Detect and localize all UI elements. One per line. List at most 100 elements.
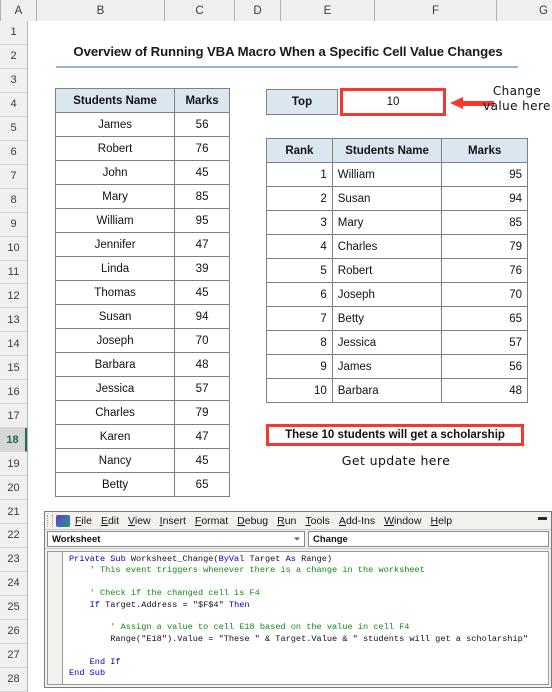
column-header-b[interactable]: B — [37, 0, 165, 21]
rank-cell[interactable]: 5 — [266, 258, 333, 283]
rank-marks-cell[interactable]: 57 — [441, 330, 528, 355]
row-header-25[interactable]: 25 — [0, 595, 27, 620]
row-header-11[interactable]: 11 — [0, 260, 27, 285]
rank-cell[interactable]: 6 — [266, 282, 333, 307]
row-header-21[interactable]: 21 — [0, 500, 27, 525]
student-name-cell[interactable]: William — [54, 208, 176, 233]
row-header-15[interactable]: 15 — [0, 356, 27, 381]
row-header-2[interactable]: 2 — [0, 44, 27, 69]
student-name-cell[interactable]: Charles — [54, 400, 176, 425]
column-header-c[interactable]: C — [165, 0, 235, 21]
row-header-12[interactable]: 12 — [0, 284, 27, 309]
row-header-27[interactable]: 27 — [0, 643, 27, 668]
rank-marks-cell[interactable]: 85 — [441, 210, 528, 235]
row-header-3[interactable]: 3 — [0, 68, 27, 93]
student-marks-cell[interactable]: 70 — [174, 328, 230, 353]
minimize-icon[interactable] — [538, 517, 547, 520]
row-header-7[interactable]: 7 — [0, 164, 27, 189]
row-header-4[interactable]: 4 — [0, 92, 27, 117]
vba-code-area[interactable]: exceldemy EXCEL - DATA - BI Private Sub … — [47, 551, 549, 685]
rank-marks-cell[interactable]: 94 — [441, 186, 528, 211]
vba-menu-debug[interactable]: Debug — [237, 515, 268, 527]
rank-student-name-cell[interactable]: Betty — [331, 306, 443, 331]
student-name-cell[interactable]: Robert — [54, 136, 176, 161]
student-name-cell[interactable]: Jennifer — [54, 232, 176, 257]
rank-cell[interactable]: 1 — [266, 162, 333, 187]
student-name-cell[interactable]: Susan — [54, 304, 176, 329]
row-header-8[interactable]: 8 — [0, 188, 27, 213]
rank-marks-cell[interactable]: 70 — [441, 282, 528, 307]
rank-cell[interactable]: 10 — [266, 378, 333, 403]
select-all-corner[interactable] — [0, 0, 1, 21]
row-header-26[interactable]: 26 — [0, 619, 27, 644]
vba-menu-tools[interactable]: Tools — [305, 515, 330, 527]
vba-menu-edit[interactable]: Edit — [101, 515, 119, 527]
student-marks-cell[interactable]: 45 — [174, 280, 230, 305]
rank-student-name-cell[interactable]: Susan — [331, 186, 443, 211]
student-marks-cell[interactable]: 65 — [174, 472, 230, 497]
student-marks-cell[interactable]: 47 — [174, 232, 230, 257]
rank-marks-cell[interactable]: 79 — [441, 234, 528, 259]
vba-menu-insert[interactable]: Insert — [160, 515, 186, 527]
rank-cell[interactable]: 7 — [266, 306, 333, 331]
student-marks-cell[interactable]: 94 — [174, 304, 230, 329]
student-marks-cell[interactable]: 57 — [174, 376, 230, 401]
column-header-f[interactable]: F — [375, 0, 497, 21]
row-header-6[interactable]: 6 — [0, 140, 27, 165]
rank-student-name-cell[interactable]: William — [331, 162, 443, 187]
vba-menu-window[interactable]: Window — [384, 515, 421, 527]
rank-marks-cell[interactable]: 48 — [441, 378, 528, 403]
student-name-cell[interactable]: Mary — [54, 184, 176, 209]
row-header-22[interactable]: 22 — [0, 524, 27, 548]
rank-cell[interactable]: 4 — [266, 234, 333, 259]
student-marks-cell[interactable]: 47 — [174, 424, 230, 449]
student-name-cell[interactable]: John — [54, 160, 176, 185]
rank-student-name-cell[interactable]: Robert — [331, 258, 443, 283]
rank-marks-cell[interactable]: 95 — [441, 162, 528, 187]
rank-student-name-cell[interactable]: Jessica — [331, 330, 443, 355]
object-dropdown[interactable]: Worksheet — [47, 531, 305, 547]
vba-menu-help[interactable]: Help — [430, 515, 452, 527]
row-header-9[interactable]: 9 — [0, 212, 27, 237]
student-name-cell[interactable]: Thomas — [54, 280, 176, 305]
row-header-14[interactable]: 14 — [0, 332, 27, 357]
student-marks-cell[interactable]: 45 — [174, 160, 230, 185]
row-header-1[interactable]: 1 — [0, 21, 27, 45]
student-name-cell[interactable]: Betty — [54, 472, 176, 497]
column-header-e[interactable]: E — [281, 0, 375, 21]
rank-student-name-cell[interactable]: Charles — [331, 234, 443, 259]
rank-marks-cell[interactable]: 65 — [441, 306, 528, 331]
vba-menu-view[interactable]: View — [128, 515, 151, 527]
student-name-cell[interactable]: Linda — [54, 256, 176, 281]
student-marks-cell[interactable]: 85 — [174, 184, 230, 209]
rank-cell[interactable]: 2 — [266, 186, 333, 211]
rank-marks-cell[interactable]: 56 — [441, 354, 528, 379]
student-marks-cell[interactable]: 48 — [174, 352, 230, 377]
student-marks-cell[interactable]: 56 — [174, 112, 230, 137]
row-header-17[interactable]: 17 — [0, 404, 27, 429]
rank-cell[interactable]: 8 — [266, 330, 333, 355]
student-marks-cell[interactable]: 95 — [174, 208, 230, 233]
vba-menu-run[interactable]: Run — [277, 515, 296, 527]
student-marks-cell[interactable]: 79 — [174, 400, 230, 425]
student-name-cell[interactable]: Karen — [54, 424, 176, 449]
student-marks-cell[interactable]: 39 — [174, 256, 230, 281]
row-header-23[interactable]: 23 — [0, 547, 27, 572]
vba-editor-window[interactable]: File Edit View Insert Format Debug Run Tools Add… — [44, 511, 552, 688]
rank-student-name-cell[interactable]: James — [331, 354, 443, 379]
top-value-cell[interactable]: 10 — [340, 88, 446, 116]
student-name-cell[interactable]: Joseph — [54, 328, 176, 353]
student-marks-cell[interactable]: 76 — [174, 136, 230, 161]
row-header-5[interactable]: 5 — [0, 116, 27, 141]
row-header-19[interactable]: 19 — [0, 452, 27, 477]
rank-cell[interactable]: 9 — [266, 354, 333, 379]
column-header-a[interactable]: A — [1, 0, 37, 21]
student-marks-cell[interactable]: 45 — [174, 448, 230, 473]
rank-marks-cell[interactable]: 76 — [441, 258, 528, 283]
column-header-d[interactable]: D — [235, 0, 281, 21]
row-header-24[interactable]: 24 — [0, 571, 27, 596]
rank-student-name-cell[interactable]: Joseph — [331, 282, 443, 307]
rank-student-name-cell[interactable]: Mary — [331, 210, 443, 235]
student-name-cell[interactable]: Jessica — [54, 376, 176, 401]
student-name-cell[interactable]: Barbara — [54, 352, 176, 377]
